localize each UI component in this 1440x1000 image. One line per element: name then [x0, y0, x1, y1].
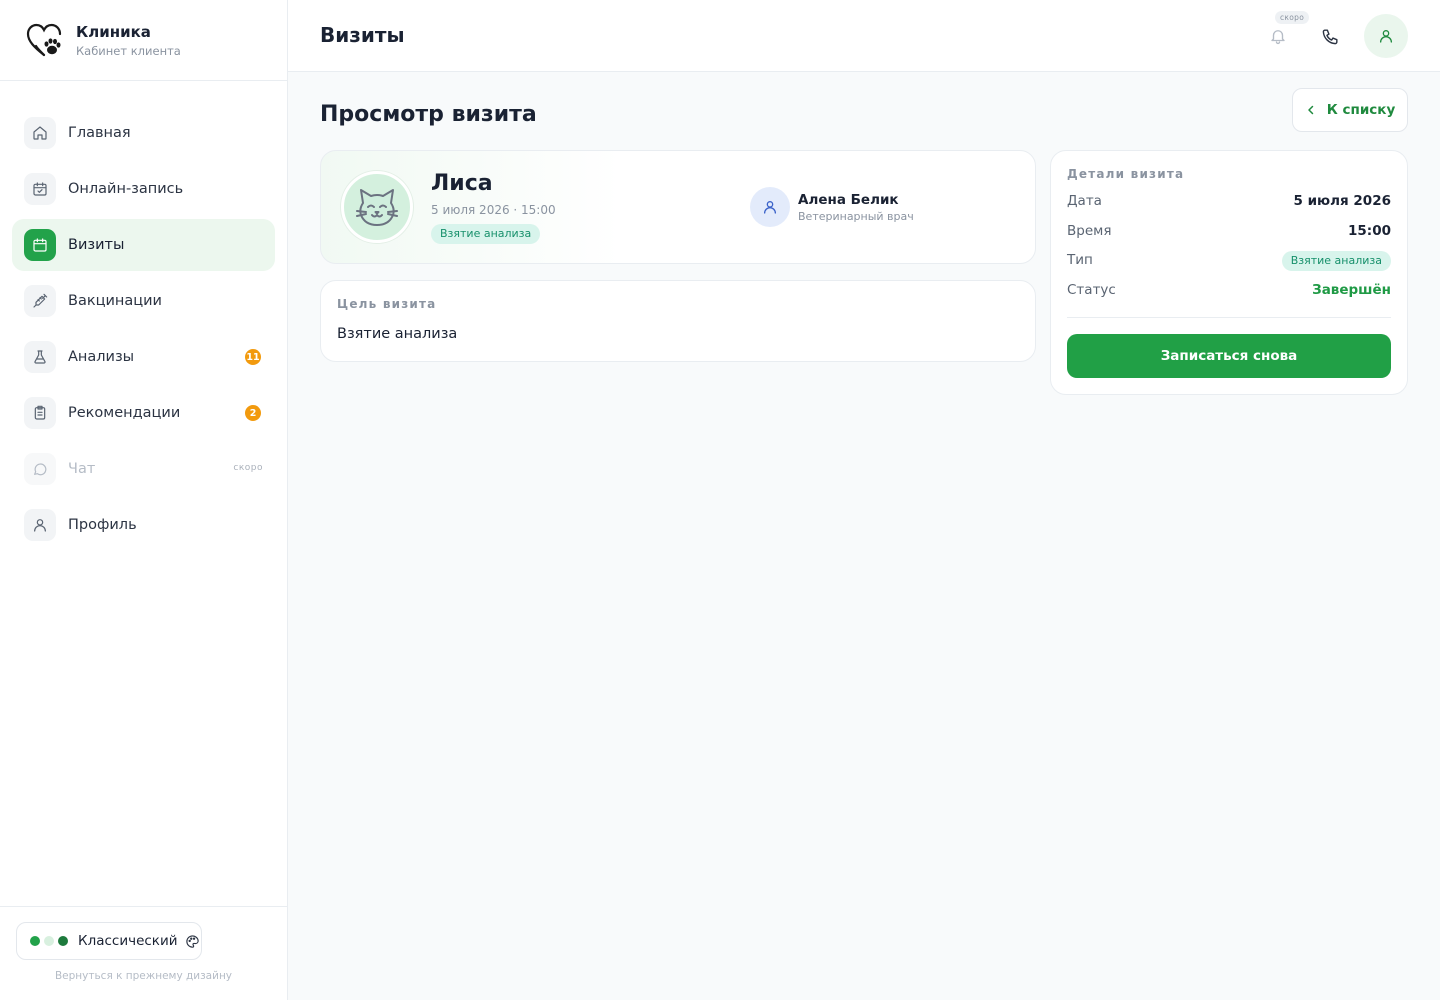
phone-icon — [1322, 28, 1338, 44]
sidebar-item-chat: Чат скоро — [12, 443, 275, 495]
type-label: Тип — [1067, 252, 1093, 268]
flask-icon — [24, 341, 56, 373]
pet-name: Лиса — [431, 171, 493, 196]
theme-color-dot — [30, 936, 40, 946]
back-to-list-label: К списку — [1326, 102, 1396, 118]
logo-heart-paw-icon — [26, 23, 62, 57]
brand-subtitle: Кабинет клиента — [76, 43, 181, 58]
status-value: Завершён — [1312, 282, 1391, 298]
sidebar-item-label: Анализы — [68, 349, 135, 365]
visit-datetime: 5 июля 2026 · 15:00 — [431, 203, 556, 217]
clipboard-icon — [24, 397, 56, 429]
home-icon — [24, 117, 56, 149]
sidebar-item-label: Вакцинации — [68, 293, 162, 309]
notifications-soon-badge: скоро — [1275, 11, 1310, 24]
calendar-icon — [24, 229, 56, 261]
topbar: Визиты скоро — [288, 0, 1440, 72]
sidebar-item-online-booking[interactable]: Онлайн-запись — [12, 163, 275, 215]
sidebar-item-recommendations[interactable]: Рекомендации 2 — [12, 387, 275, 439]
visit-details-card: Детали визита Дата 5 июля 2026 Время 15:… — [1050, 150, 1408, 395]
theme-color-dot — [44, 936, 54, 946]
recommendations-count-badge: 2 — [245, 405, 261, 421]
divider — [1067, 317, 1391, 318]
sidebar-item-home[interactable]: Главная — [12, 107, 275, 159]
sidebar: Клиника Кабинет клиента Главная Онлайн-з… — [0, 0, 288, 1000]
user-icon — [764, 201, 776, 214]
rebook-button[interactable]: Записаться снова — [1067, 334, 1391, 378]
chevron-left-icon — [1308, 105, 1313, 115]
doctor-avatar — [750, 187, 790, 227]
visit-type-tag: Взятие анализа — [1281, 251, 1391, 271]
analyses-count-badge: 11 — [245, 349, 261, 365]
old-design-link[interactable]: Вернуться к прежнему дизайну — [0, 970, 287, 982]
cat-face-icon — [356, 189, 398, 226]
back-to-list-button[interactable]: К списку — [1292, 88, 1408, 132]
coming-soon-label: скоро — [233, 463, 263, 473]
status-label: Статус — [1067, 282, 1116, 298]
doctor-name: Алена Белик — [798, 192, 899, 208]
calendar-check-icon — [24, 173, 56, 205]
theme-label: Классический — [78, 933, 178, 949]
visit-summary-card: Лиса 5 июля 2026 · 15:00 Взятие анализа … — [320, 150, 1036, 264]
section-label: Детали визита — [1067, 167, 1185, 181]
sidebar-item-label: Профиль — [68, 517, 137, 533]
page-title: Просмотр визита — [320, 102, 537, 127]
sidebar-item-analyses[interactable]: Анализы 11 — [12, 331, 275, 383]
palette-icon — [185, 934, 199, 948]
time-value: 15:00 — [1348, 223, 1391, 239]
syringe-icon — [24, 285, 56, 317]
user-icon — [24, 509, 56, 541]
brand[interactable]: Клиника Кабинет клиента — [0, 0, 287, 81]
theme-color-dot — [58, 936, 68, 946]
visit-type-tag: Взятие анализа — [431, 224, 541, 244]
user-menu-button[interactable] — [1364, 14, 1408, 58]
brand-title: Клиника — [76, 22, 151, 41]
chat-icon — [24, 453, 56, 485]
sidebar-nav: Главная Онлайн-запись Визиты Вакцинации … — [0, 81, 287, 551]
visit-purpose-text: Взятие анализа — [337, 326, 458, 342]
sidebar-item-label: Рекомендации — [68, 405, 181, 421]
time-label: Время — [1067, 223, 1112, 239]
sidebar-item-label: Чат — [68, 461, 96, 477]
visit-purpose-card: Цель визита Взятие анализа — [320, 280, 1036, 362]
pet-avatar — [341, 171, 413, 243]
date-value: 5 июля 2026 — [1293, 193, 1391, 209]
sidebar-item-visits[interactable]: Визиты — [12, 219, 275, 271]
sidebar-item-label: Онлайн-запись — [68, 181, 184, 197]
topbar-title: Визиты — [320, 23, 405, 47]
sidebar-item-vaccinations[interactable]: Вакцинации — [12, 275, 275, 327]
bell-icon — [1271, 30, 1285, 45]
sidebar-item-profile[interactable]: Профиль — [12, 499, 275, 551]
theme-switcher-button[interactable]: Классический — [16, 922, 202, 960]
date-label: Дата — [1067, 193, 1102, 209]
section-label: Цель визита — [337, 297, 437, 311]
sidebar-item-label: Главная — [68, 125, 131, 141]
sidebar-footer: Классический Вернуться к прежнему дизайн… — [0, 906, 287, 1000]
call-button[interactable] — [1312, 18, 1348, 54]
user-icon — [1380, 30, 1392, 43]
doctor-role: Ветеринарный врач — [798, 210, 914, 223]
sidebar-item-label: Визиты — [68, 237, 125, 253]
